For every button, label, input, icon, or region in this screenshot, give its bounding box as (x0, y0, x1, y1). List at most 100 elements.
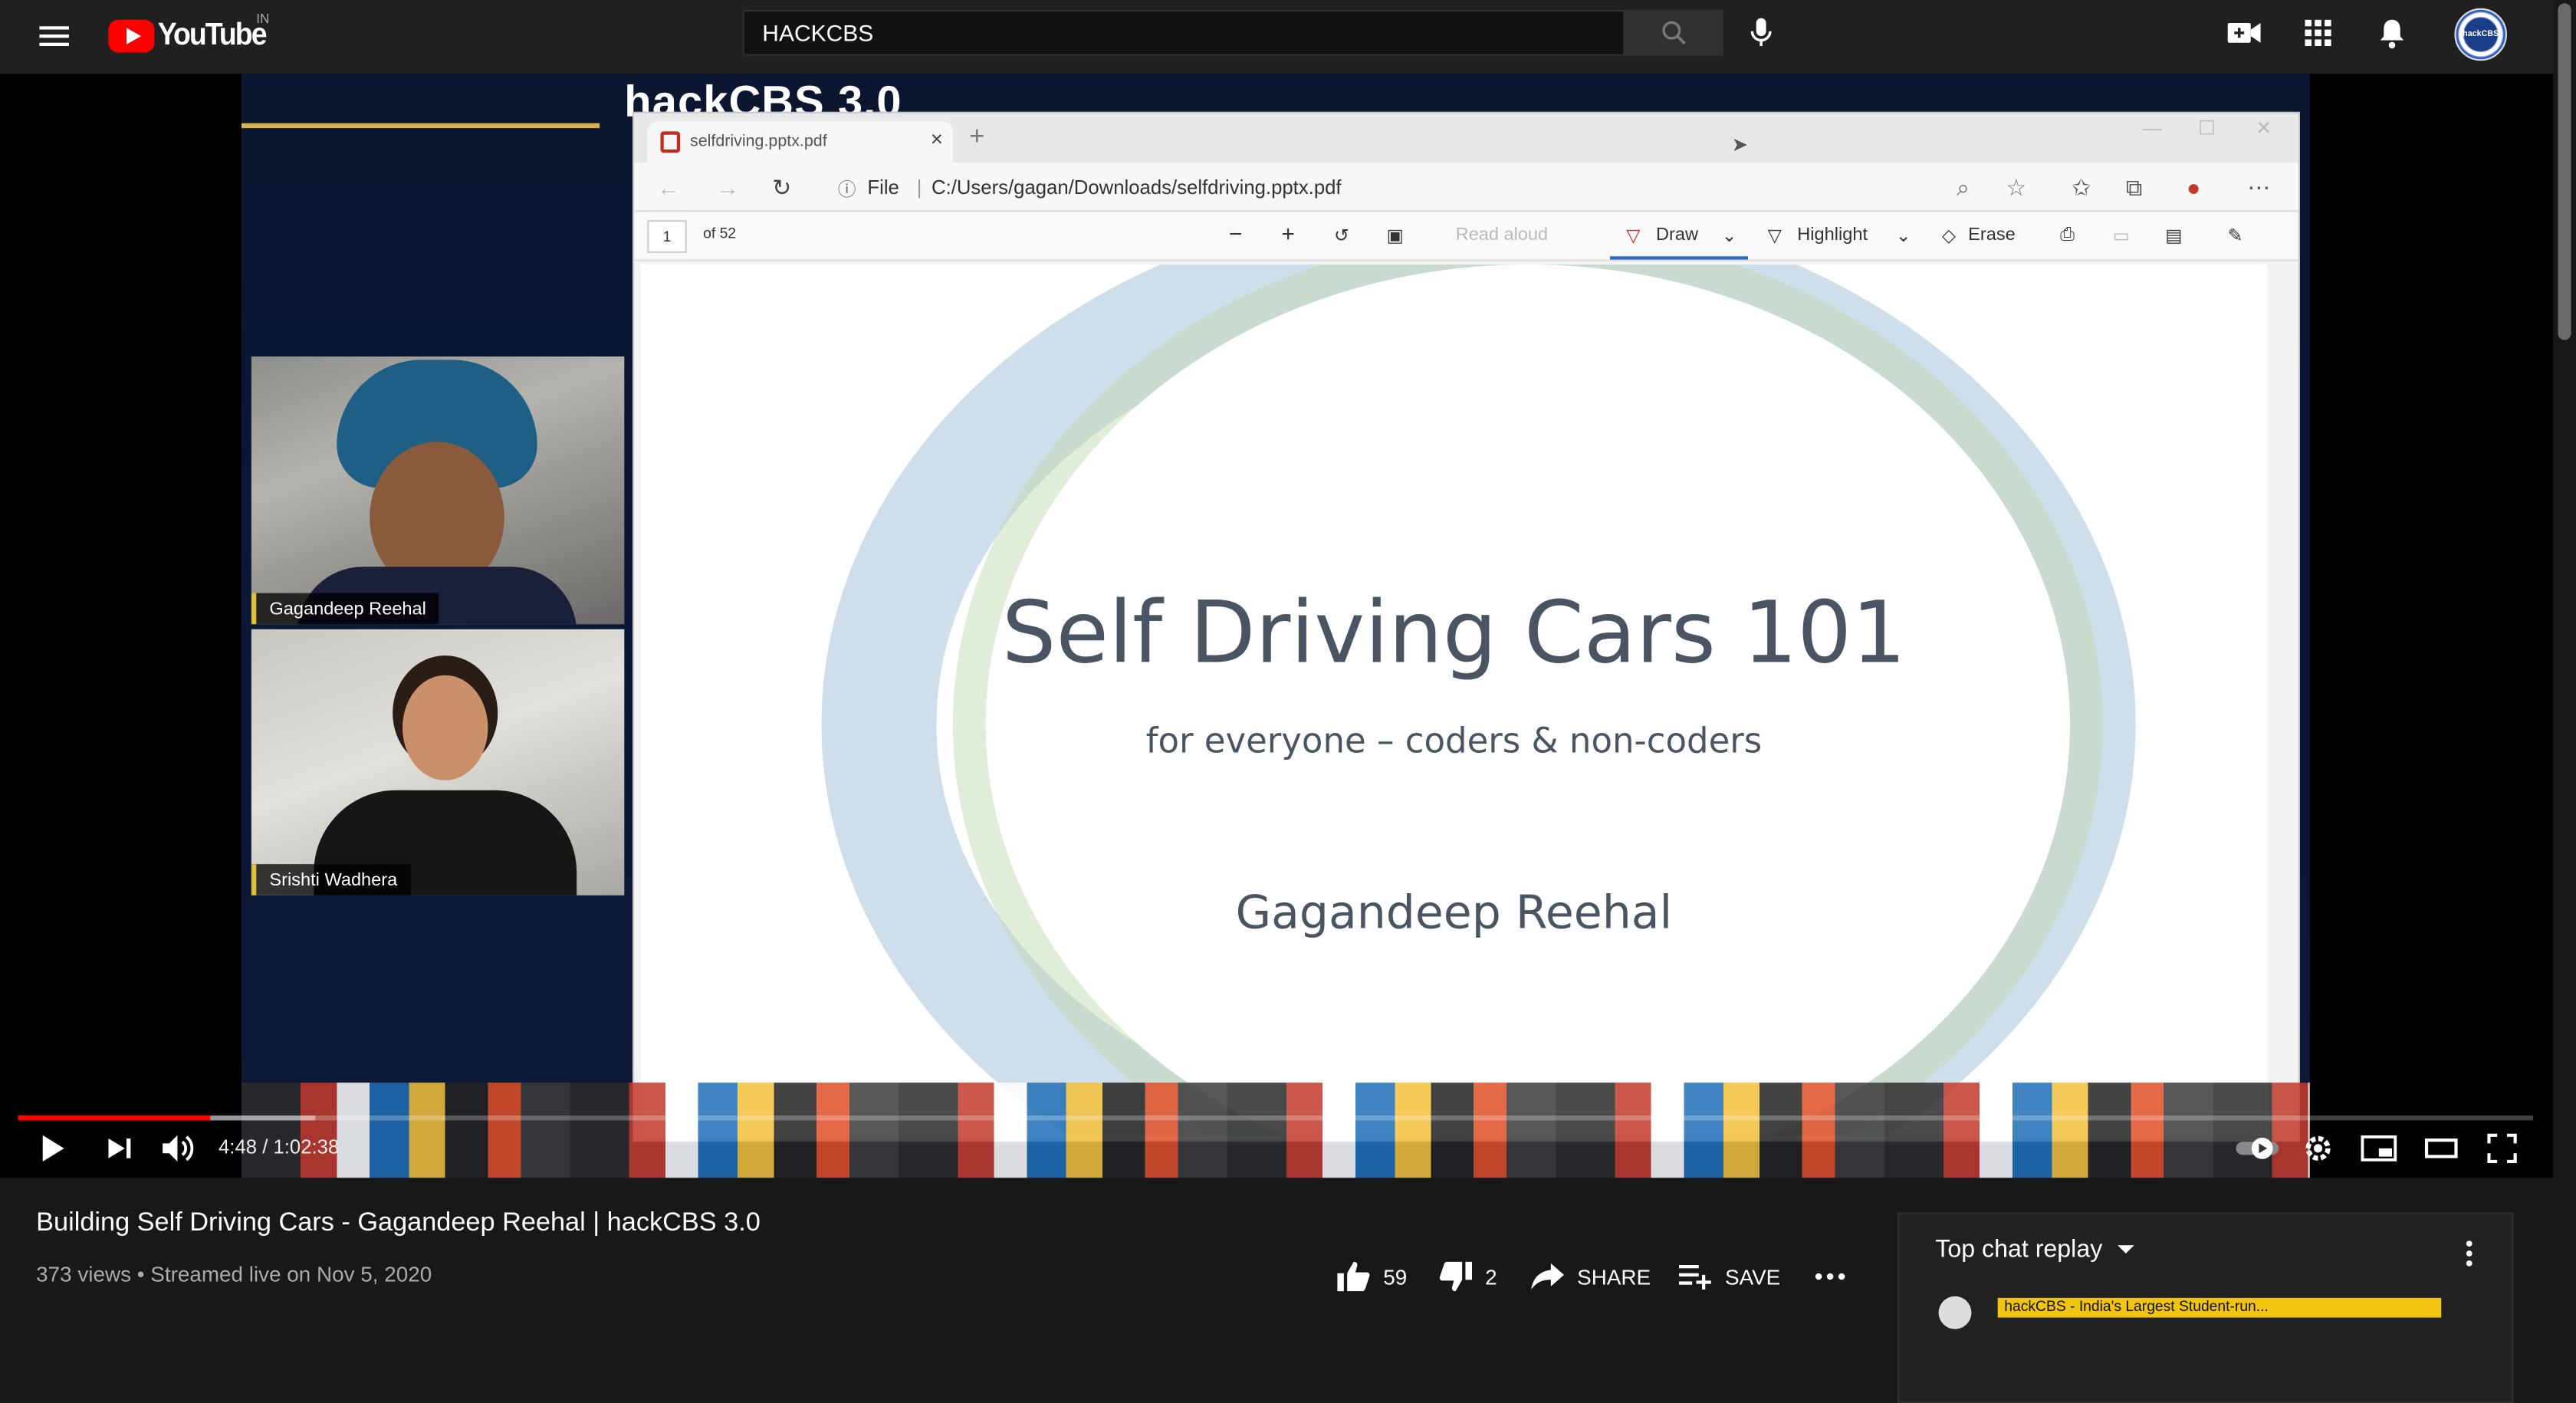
profile-icon: ● (2187, 174, 2201, 201)
pinned-chat-message: hackCBS - India's Largest Student-run... (1997, 1297, 2442, 1318)
address-url: C:/Users/gagan/Downloads/selfdriving.ppt… (932, 176, 1342, 199)
address-separator: | (916, 176, 922, 199)
thumbs-up-icon (1337, 1261, 1370, 1292)
next-button[interactable] (99, 1127, 142, 1170)
like-button[interactable]: 59 (1337, 1255, 1407, 1298)
youtube-logo[interactable]: YouTube (108, 15, 274, 58)
playlist-add-icon (1679, 1265, 1711, 1290)
erase-tool: Erase (1968, 225, 2016, 245)
share-label: SHARE (1577, 1263, 1651, 1290)
video-meta: 373 views • Streamed live on Nov 5, 2020 (36, 1261, 432, 1286)
account-avatar[interactable]: hackCBS (2454, 8, 2507, 61)
create-video-button[interactable] (2224, 13, 2263, 52)
theater-mode-icon (2424, 1138, 2458, 1158)
participant-name: Srishti Wadhera (251, 864, 411, 895)
fit-page-icon: ▣ (1386, 226, 1404, 247)
progress-bar[interactable] (18, 1116, 2534, 1121)
autoplay-toggle-icon (2236, 1137, 2279, 1159)
mute-button[interactable] (158, 1127, 201, 1170)
microphone-icon (1750, 18, 1772, 46)
back-icon: ← (657, 174, 681, 201)
participant-camera: Gagandeep Reehal (251, 356, 625, 625)
logo-text: YouTube (157, 18, 268, 53)
theater-mode-button[interactable] (2418, 1127, 2464, 1170)
save-button[interactable]: SAVE (1679, 1255, 1780, 1298)
skip-next-icon (108, 1138, 131, 1158)
chevron-down-icon: ⌄ (1895, 226, 1911, 247)
draw-tool: Draw (1656, 225, 1699, 245)
country-code: IN (256, 12, 270, 27)
zoom-out-icon: − (1228, 220, 1243, 247)
browser-tab: selfdriving.pptx.pdf × (647, 121, 953, 163)
slide-title: Self Driving Cars 101 (1001, 584, 1907, 684)
favorite-star-icon: ☆ (2006, 174, 2027, 201)
scrollbar-thumb[interactable] (2558, 3, 2571, 340)
more-icon: ⋯ (2247, 174, 2271, 201)
share-arrow-icon (1531, 1263, 1564, 1290)
dislike-button[interactable]: 2 (1439, 1255, 1497, 1298)
fullscreen-icon (2487, 1133, 2517, 1164)
pin-icon: ✎ (2227, 226, 2243, 247)
avatar-text: hackCBS (2463, 29, 2499, 40)
play-icon (42, 1135, 64, 1162)
reload-icon: ↻ (772, 174, 792, 201)
participant-camera: Srishti Wadhera (251, 629, 625, 895)
notifications-button[interactable] (2372, 13, 2411, 52)
address-scheme: File (867, 176, 899, 199)
chevron-down-icon: ⌄ (1721, 226, 1737, 247)
favorites-icon: ✩ (2072, 174, 2091, 201)
read-aloud-tool: Read aloud (1455, 225, 1549, 245)
minimize-icon: — (2142, 117, 2162, 140)
apps-grid-icon (2305, 19, 2331, 46)
volume-icon (163, 1135, 194, 1162)
close-window-icon: ✕ (2256, 117, 2272, 140)
decorative-line (242, 123, 600, 129)
more-actions-button[interactable] (1814, 1255, 1860, 1298)
masthead: YouTube IN HACKCBS hackCBS (0, 0, 2576, 74)
autoplay-toggle[interactable] (2234, 1127, 2283, 1170)
caret-down-icon (2117, 1244, 2134, 1253)
bell-icon (2380, 18, 2404, 48)
search-input[interactable]: HACKCBS (742, 9, 1625, 56)
video-player[interactable]: hackCBS 3.0 Gagandeep Reehal Srishti Wad… (0, 74, 2553, 1178)
page-scrollbar[interactable] (2553, 0, 2576, 1403)
thumbs-down-icon (1439, 1261, 1472, 1292)
save-icon: ▭ (2112, 226, 2131, 247)
browser-address-bar: ← → ↻ ⓘ File | C:/Users/gagan/Downloads/… (634, 163, 2298, 212)
print-icon: ⎙ (2060, 225, 2075, 245)
new-tab-icon: + (969, 123, 985, 152)
share-button[interactable]: SHARE (1531, 1255, 1651, 1298)
live-chat-panel: Top chat replay hackCBS - India's Larges… (1898, 1212, 2514, 1403)
slide-author: Gagandeep Reehal (1235, 886, 1673, 940)
miniplayer-button[interactable] (2356, 1127, 2402, 1170)
chat-author-avatar (1938, 1296, 1972, 1329)
chat-mode-dropdown[interactable]: Top chat replay (1935, 1235, 2138, 1263)
more-vertical-icon (2466, 1240, 2472, 1267)
apps-button[interactable] (2298, 13, 2338, 52)
pdf-file-icon (660, 131, 681, 153)
miniplayer-icon (2361, 1135, 2397, 1162)
highlighter-icon: ▽ (1767, 226, 1782, 247)
video-camera-plus-icon (2227, 23, 2261, 43)
search-button[interactable] (1625, 9, 1723, 56)
browser-tab-bar: selfdriving.pptx.pdf × + — ☐ ✕ ➤ (634, 113, 2298, 163)
forward-icon: → (716, 174, 740, 201)
maximize-icon: ☐ (2198, 117, 2216, 140)
info-icon: ⓘ (837, 180, 856, 201)
voice-search-button[interactable] (1738, 10, 1784, 56)
search-icon (1662, 21, 1686, 45)
sticker-banner (242, 1083, 2310, 1178)
highlight-tool: Highlight (1797, 225, 1868, 245)
menu-icon[interactable] (36, 18, 72, 54)
fullscreen-button[interactable] (2479, 1127, 2525, 1170)
chat-menu-button[interactable] (2456, 1237, 2482, 1270)
settings-button[interactable] (2297, 1127, 2340, 1170)
page-number: 1 (647, 220, 687, 253)
play-button[interactable] (30, 1127, 76, 1170)
close-tab-icon: × (930, 127, 943, 152)
participant-video-silhouette (402, 675, 488, 780)
pdf-toolbar: 1 of 52 − + ↺ ▣ Read aloud ▽ Draw ⌄ ▽ Hi… (634, 212, 2298, 261)
youtube-play-logo-icon (108, 19, 155, 53)
tab-title: selfdriving.pptx.pdf (690, 133, 827, 152)
rotate-icon: ↺ (1334, 226, 1349, 247)
